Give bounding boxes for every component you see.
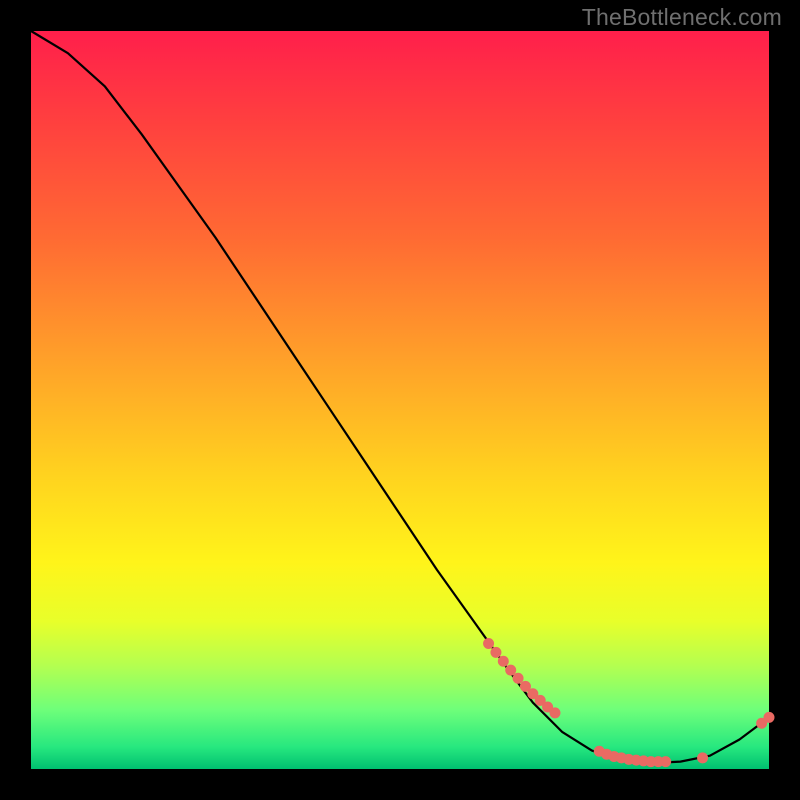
scatter-point [698,753,708,763]
scatter-point [491,647,501,657]
scatter-group [484,639,774,767]
scatter-point [661,757,671,767]
scatter-point [484,639,494,649]
scatter-point [506,665,516,675]
scatter-point [764,712,774,722]
chart-root: TheBottleneck.com [0,0,800,800]
scatter-point [550,708,560,718]
watermark-text: TheBottleneck.com [582,4,782,31]
curve-line [31,31,769,763]
scatter-point [513,673,523,683]
plot-overlay [31,31,769,769]
scatter-point [498,656,508,666]
